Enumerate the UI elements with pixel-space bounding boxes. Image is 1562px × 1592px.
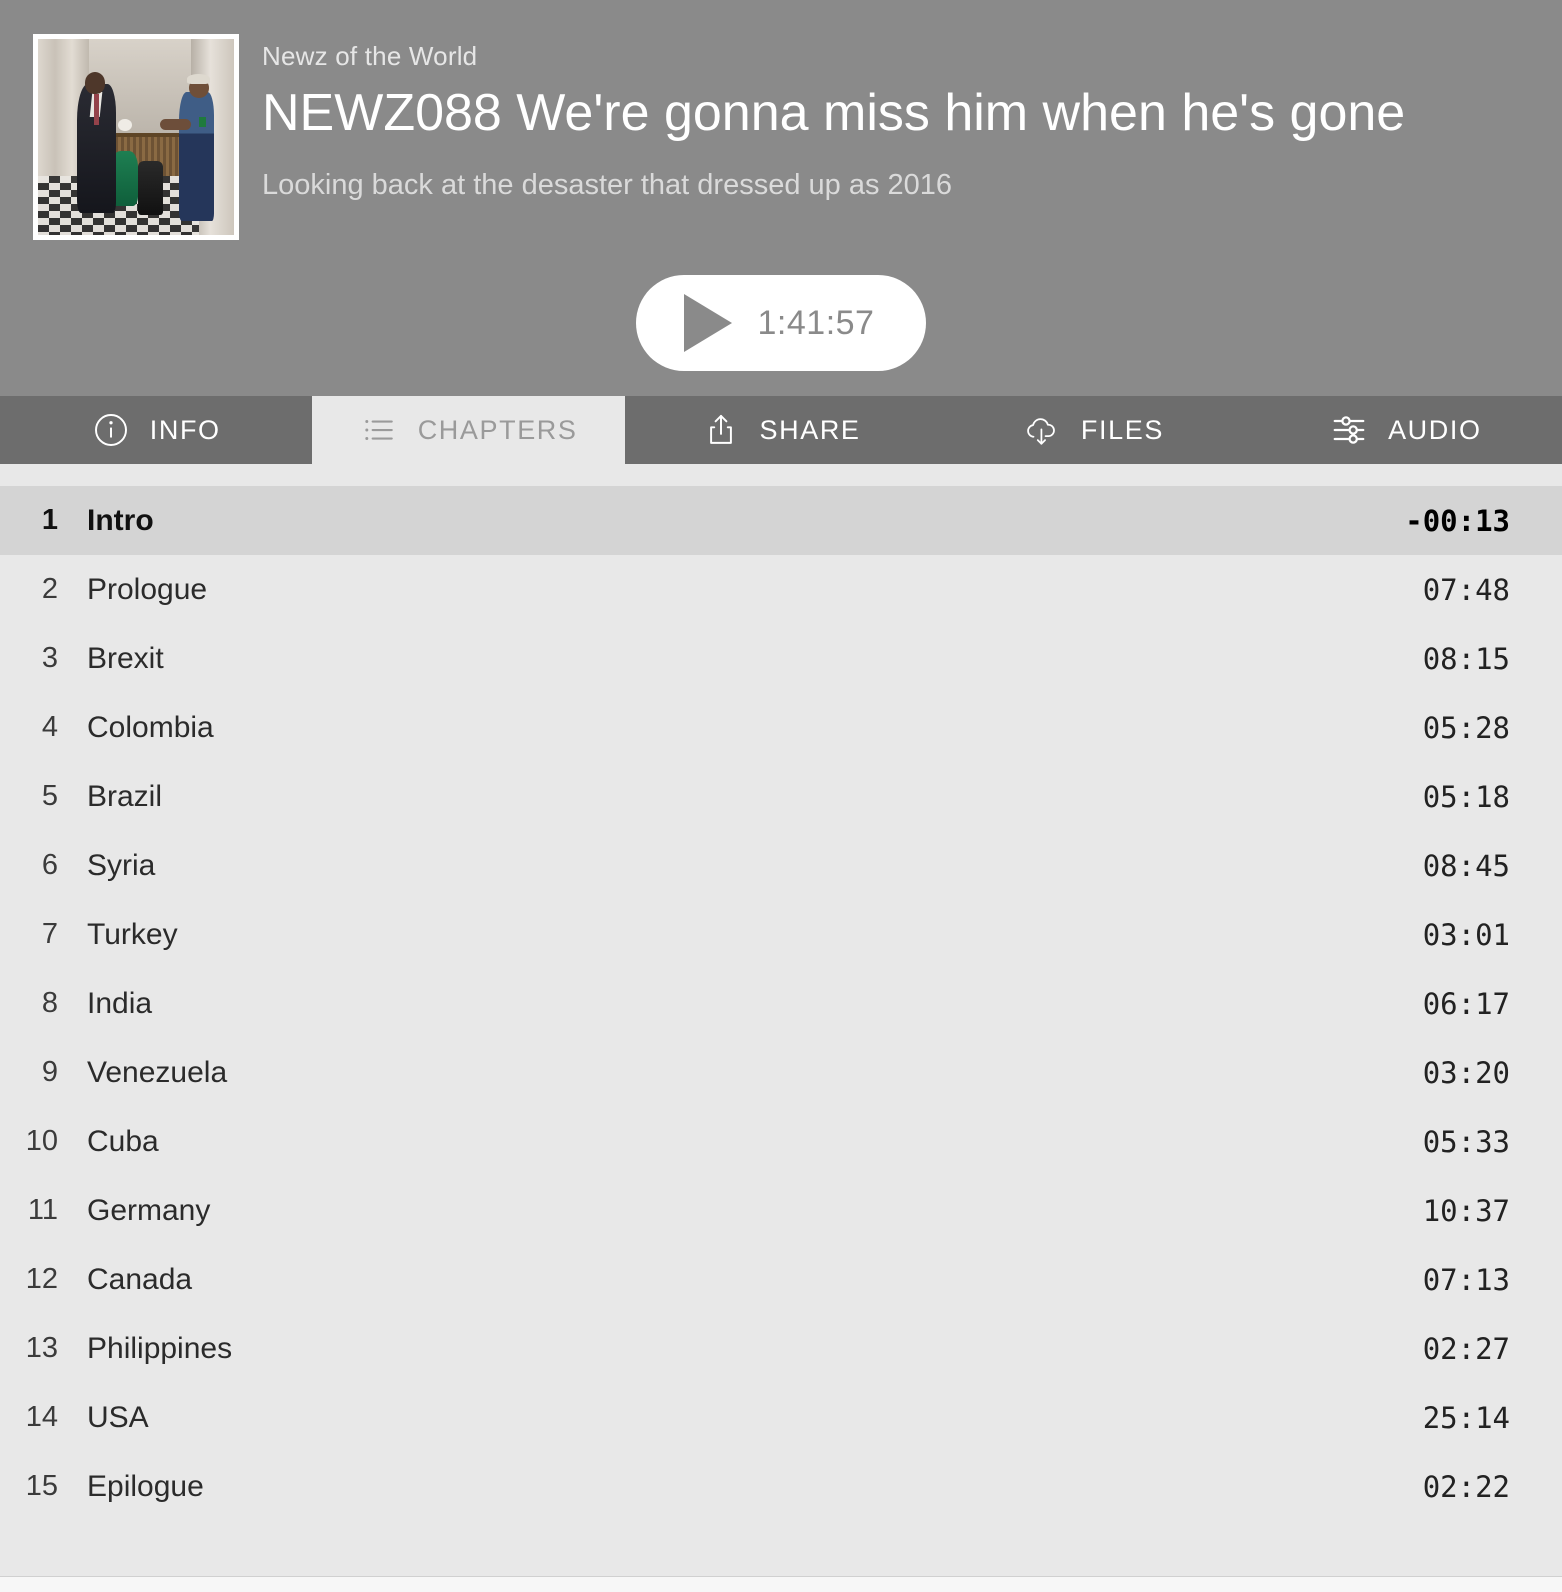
artwork-detail-cap: [187, 74, 210, 85]
chapter-time: 05:18: [1422, 779, 1510, 814]
chapter-time: 06:17: [1422, 986, 1510, 1021]
chapter-index: 3: [41, 642, 58, 674]
tab-chapters-label: CHAPTERS: [417, 414, 578, 445]
chapter-list: 1 Intro -00:13 2 Prologue 07:48 3 Brexit 08:15 4 C…: [0, 464, 1562, 1576]
tab-audio-label: AUDIO: [1388, 414, 1482, 445]
footer-strip: [0, 1576, 1562, 1592]
chapter-time: -00:13: [1405, 503, 1510, 538]
chapter-index: 1: [41, 504, 58, 536]
chapter-title: Colombia: [87, 710, 214, 744]
artwork-photo: [38, 39, 234, 235]
chapter-index: 12: [25, 1263, 58, 1295]
chapter-time: 07:48: [1422, 572, 1510, 607]
episode-title: NEWZ088 We're gonna miss him when he's g…: [262, 83, 1406, 142]
artwork-detail-worker: [179, 91, 215, 222]
chapter-row[interactable]: 12 Canada 07:13: [0, 1245, 1562, 1314]
share-icon: [702, 411, 740, 449]
list-icon: [360, 411, 398, 449]
chapter-index: 5: [41, 780, 58, 812]
chapter-row[interactable]: 3 Brexit 08:15: [0, 624, 1562, 693]
chapter-row[interactable]: 1 Intro -00:13: [0, 486, 1562, 555]
chapter-title: Syria: [87, 848, 156, 882]
tab-files-label: FILES: [1080, 414, 1164, 445]
chapter-time: 07:13: [1422, 1262, 1510, 1297]
chapter-title: Germany: [87, 1193, 211, 1227]
chapter-time: 08:45: [1422, 848, 1510, 883]
artwork-detail-trash-bin: [137, 160, 164, 216]
tab-chapters[interactable]: CHAPTERS: [312, 396, 625, 464]
tab-files[interactable]: FILES: [937, 396, 1250, 464]
chapter-index: 15: [25, 1470, 58, 1502]
info-circle-icon: [92, 411, 130, 449]
chapter-index: 4: [41, 711, 58, 743]
chapter-row[interactable]: 9 Venezuela 03:20: [0, 1038, 1562, 1107]
chapter-row[interactable]: 14 USA 25:14: [0, 1383, 1562, 1452]
chapter-title: Philippines: [87, 1331, 233, 1365]
episode-subtitle: Looking back at the desaster that dresse…: [262, 169, 953, 202]
sliders-icon: [1330, 411, 1368, 449]
chapter-index: 10: [25, 1125, 58, 1157]
chapter-title: Cuba: [87, 1124, 159, 1158]
chapter-row[interactable]: 2 Prologue 07:48: [0, 555, 1562, 624]
chapter-time: 10:37: [1422, 1193, 1510, 1228]
chapter-time: 02:27: [1422, 1331, 1510, 1366]
chapter-time: 03:20: [1422, 1055, 1510, 1090]
chapter-index: 8: [41, 987, 58, 1019]
chapter-rows: 1 Intro -00:13 2 Prologue 07:48 3 Brexit 08:15 4 C…: [0, 486, 1562, 1521]
chapter-index: 14: [25, 1401, 58, 1433]
chapter-title: Prologue: [87, 572, 208, 606]
chapter-index: 2: [41, 573, 58, 605]
show-name: Newz of the World: [262, 41, 478, 71]
chapter-row[interactable]: 11 Germany 10:37: [0, 1176, 1562, 1245]
chapter-row[interactable]: 4 Colombia 05:28: [0, 693, 1562, 762]
chapter-title: Canada: [87, 1262, 193, 1296]
player-header: Newz of the World NEWZ088 We're gonna mi…: [0, 0, 1562, 396]
chapter-index: 9: [41, 1056, 58, 1088]
chapter-row[interactable]: 10 Cuba 05:33: [0, 1107, 1562, 1176]
tab-share-label: SHARE: [759, 414, 861, 445]
chapter-title: Intro: [87, 503, 154, 537]
chapter-row[interactable]: 5 Brazil 05:18: [0, 762, 1562, 831]
artwork-detail-head-left: [85, 72, 105, 94]
chapter-row[interactable]: 6 Syria 08:45: [0, 831, 1562, 900]
chapter-row[interactable]: 15 Epilogue 02:22: [0, 1452, 1562, 1521]
artwork-detail-arm: [159, 119, 191, 131]
chapter-index: 11: [27, 1194, 58, 1226]
chapter-time: 05:33: [1422, 1124, 1510, 1159]
chapter-title: Venezuela: [87, 1055, 228, 1089]
chapter-row[interactable]: 7 Turkey 03:01: [0, 900, 1562, 969]
artwork-detail-badge: [199, 117, 206, 128]
chapter-time: 25:14: [1422, 1400, 1510, 1435]
chapter-title: Turkey: [87, 917, 178, 951]
chapter-time: 03:01: [1422, 917, 1510, 952]
play-button[interactable]: 1:41:57: [635, 275, 927, 371]
chapter-title: Epilogue: [87, 1469, 204, 1503]
chapter-time: 05:28: [1422, 710, 1510, 745]
chapter-row[interactable]: 13 Philippines 02:27: [0, 1314, 1562, 1383]
play-button-row: 1:41:57: [0, 275, 1562, 371]
cloud-download-icon: [1023, 411, 1061, 449]
chapter-index: 13: [25, 1332, 58, 1364]
chapter-index: 7: [41, 918, 58, 950]
chapter-index: 6: [41, 849, 58, 881]
tabbar: INFO CHAPTERS SHARE FILES AUDIO: [0, 396, 1562, 464]
play-icon: [683, 294, 732, 352]
chapter-title: Brexit: [87, 641, 164, 675]
artwork-detail-tie: [93, 93, 99, 126]
episode-meta: Newz of the World NEWZ088 We're gonna mi…: [262, 40, 1522, 205]
episode-artwork[interactable]: [33, 34, 239, 240]
tab-info-label: INFO: [149, 414, 221, 445]
chapter-title: Brazil: [87, 779, 163, 813]
chapter-title: India: [87, 986, 153, 1020]
tab-audio[interactable]: AUDIO: [1249, 396, 1562, 464]
tab-info[interactable]: INFO: [0, 396, 313, 464]
tab-share[interactable]: SHARE: [624, 396, 938, 464]
chapter-time: 02:22: [1422, 1469, 1510, 1504]
chapter-time: 08:15: [1422, 641, 1510, 676]
episode-duration: 1:41:57: [757, 303, 875, 342]
chapter-row[interactable]: 8 India 06:17: [0, 969, 1562, 1038]
chapter-title: USA: [87, 1400, 149, 1434]
